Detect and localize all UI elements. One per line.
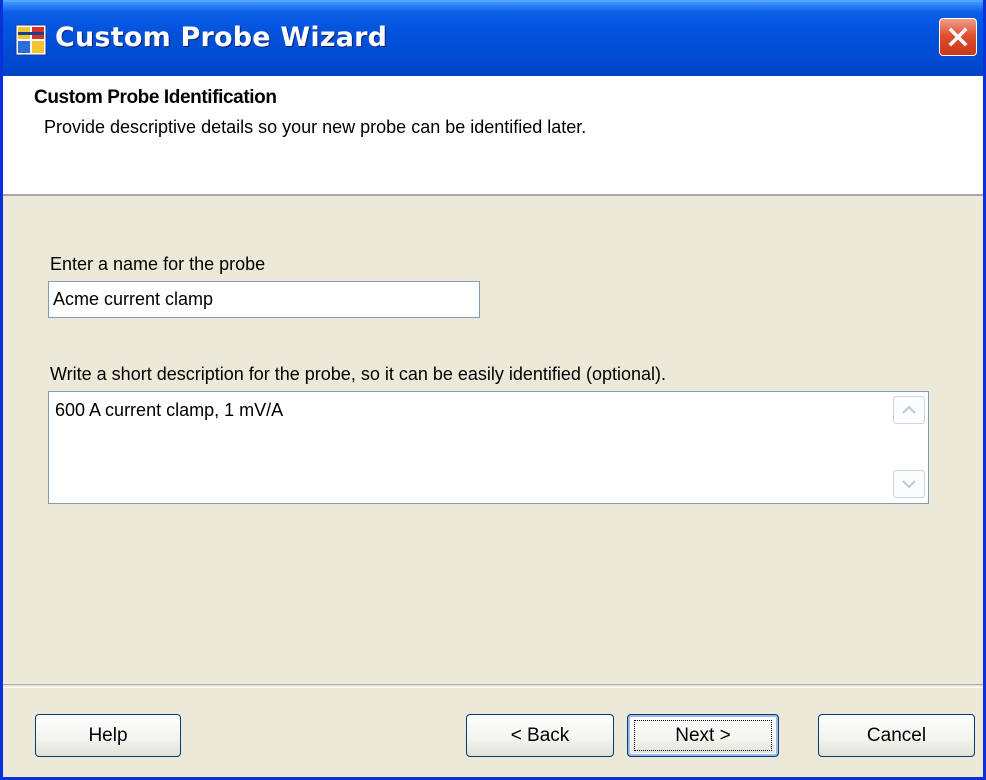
probe-description-label: Write a short description for the probe,… <box>50 364 666 384</box>
wizard-header: Custom Probe Identification Provide desc… <box>3 76 983 196</box>
next-button[interactable]: Next > <box>627 714 779 757</box>
scroll-down-button[interactable] <box>893 470 925 498</box>
title-bar[interactable]: Custom Probe Wizard <box>3 0 983 86</box>
page-title: Custom Probe Identification <box>34 87 277 108</box>
probe-name-label: Enter a name for the probe <box>50 254 266 274</box>
close-button[interactable] <box>939 18 977 56</box>
probe-description-text: 600 A current clamp, 1 mV/A <box>55 400 284 420</box>
wizard-app-icon <box>15 24 47 56</box>
footer-divider <box>3 684 983 688</box>
wizard-window: Custom Probe Wizard Custom Probe Identif… <box>0 0 986 780</box>
window-title: Custom Probe Wizard <box>55 22 388 53</box>
page-subtitle: Provide descriptive details so your new … <box>44 117 587 137</box>
cancel-button[interactable]: Cancel <box>818 714 975 757</box>
probe-name-input[interactable] <box>48 281 480 318</box>
vertical-scrollbar[interactable] <box>892 394 926 500</box>
help-button[interactable]: Help <box>35 714 181 757</box>
focus-rectangle <box>634 720 772 751</box>
probe-description-textarea[interactable]: 600 A current clamp, 1 mV/A <box>48 391 929 504</box>
close-icon <box>948 27 968 47</box>
scroll-down-icon <box>902 480 916 489</box>
scroll-up-icon <box>902 405 916 414</box>
back-button[interactable]: < Back <box>466 714 614 757</box>
scroll-up-button[interactable] <box>893 396 925 424</box>
